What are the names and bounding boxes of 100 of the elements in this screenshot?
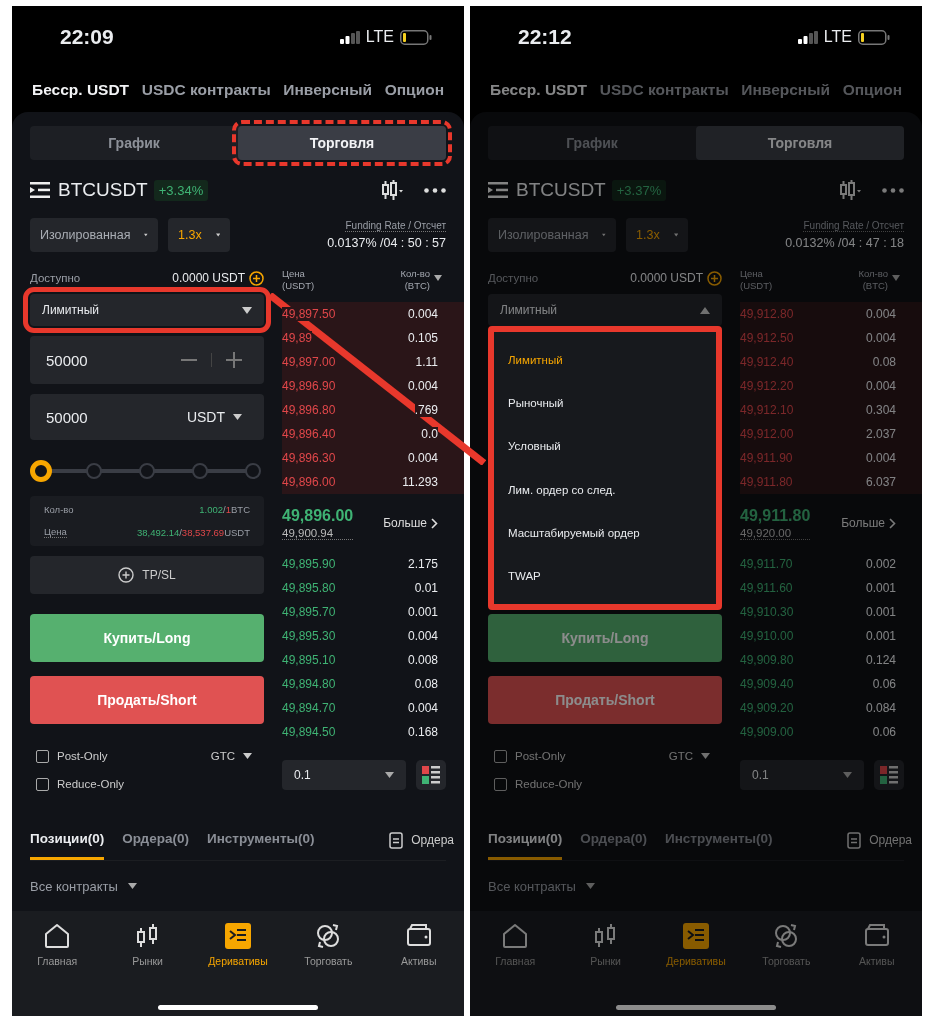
margin-mode-select[interactable]: Изолированная [488,218,616,252]
list-icon[interactable] [30,182,50,198]
more-link[interactable]: Больше [841,516,885,530]
positions-tab[interactable]: Ордера(0) [122,820,189,860]
bid-price[interactable]: 49,910.00 [740,629,794,643]
category-tab[interactable]: Опцион [842,81,902,99]
tpsl-button[interactable]: TP/SL [30,556,264,594]
price-input[interactable]: 50000 [46,351,88,369]
menu-item[interactable]: Условный [508,440,702,453]
bid-price[interactable]: 49,910.30 [740,605,794,619]
ask-price[interactable]: 49,897.50 [282,307,336,321]
ask-price[interactable]: 49,896.90 [282,379,336,393]
bid-price[interactable]: 49,909.40 [740,677,794,691]
bid-price[interactable]: 49,911.70 [740,557,793,571]
ask-price[interactable]: 49,896.30 [282,451,336,465]
slider-step[interactable] [86,463,102,479]
ask-price[interactable]: 49,896.80 [282,403,336,417]
more-link[interactable]: Больше [383,516,427,530]
category-tab[interactable]: Опцион [384,81,444,99]
category-tab[interactable]: Бесср. USDT [490,81,588,99]
ask-price[interactable]: 49,89 [282,331,313,345]
sell-button[interactable]: Продать/Short [488,676,722,724]
document-icon[interactable] [389,831,404,849]
bid-price[interactable]: 49,895.70 [282,605,336,619]
slider-step[interactable] [139,463,155,479]
contracts-filter[interactable]: Все контракты [30,878,137,894]
positions-tab[interactable]: Позиции(0) [30,820,105,860]
candlestick-icon[interactable] [382,180,404,200]
depth-select[interactable]: 0.1 [740,760,864,790]
category-tab[interactable]: Бесср. USDT [32,81,130,99]
book-layout-icon[interactable] [416,760,446,790]
buy-button[interactable]: Купить/Long [30,614,264,662]
bid-price[interactable]: 49,894.80 [282,677,336,691]
amount-input[interactable]: 50000 [46,408,88,426]
bid-price[interactable]: 49,909.00 [740,725,794,739]
nav-item[interactable]: Главная [17,923,98,967]
bid-price[interactable]: 49,911.60 [740,581,793,595]
quantity-column-header[interactable]: Кол-во (BTC) [390,268,430,293]
menu-item[interactable]: Масштабируемый ордер [508,526,702,539]
nav-item[interactable]: Активы [378,923,459,967]
leverage-select[interactable]: 1.3x [168,218,230,252]
slider-step[interactable] [245,463,261,479]
plus-icon[interactable] [226,352,242,368]
bid-price[interactable]: 49,909.20 [740,701,794,715]
symbol-name[interactable]: BTCUSDT [516,179,606,201]
view-tab[interactable]: График [30,126,238,160]
nav-item[interactable]: Рынки [107,923,188,967]
ask-price[interactable]: 49,896.00 [282,475,336,489]
time-in-force-select[interactable]: GTC [662,749,716,763]
category-tab[interactable]: USDC контракты [599,81,729,99]
bid-price[interactable]: 49,895.30 [282,629,336,643]
more-icon[interactable] [424,187,446,193]
slider-thumb[interactable] [30,460,52,482]
menu-item[interactable]: Лимитный [508,353,702,366]
checkbox[interactable] [494,749,507,763]
orders-link[interactable]: Ордера [411,820,454,860]
checkbox[interactable] [494,777,507,791]
ask-price[interactable]: 49,897.00 [282,355,336,369]
sell-button[interactable]: Продать/Short [30,676,264,724]
margin-mode-select[interactable]: Изолированная [30,218,158,252]
chevron-icon[interactable] [431,517,438,529]
time-in-force-select[interactable]: GTC [204,749,258,763]
bid-price[interactable]: 49,894.70 [282,701,336,715]
positions-tab[interactable]: Инструменты(0) [206,820,315,860]
nav-item[interactable]: Активы [836,923,917,967]
add-funds-icon[interactable] [249,270,264,286]
ask-price[interactable]: 49,896.40 [282,427,336,441]
checkbox[interactable] [36,777,49,791]
positions-tab[interactable]: Инструменты(0) [664,820,773,860]
category-tab[interactable]: Инверсный [741,81,830,99]
contracts-filter[interactable]: Все контракты [488,878,595,894]
nav-item[interactable]: Торговать [746,923,827,967]
caret-icon[interactable] [434,275,442,281]
checkbox[interactable] [36,749,49,763]
menu-item[interactable]: Рыночный [508,397,702,409]
category-tab[interactable]: USDC контракты [141,81,271,99]
orders-link[interactable]: Ордера [869,820,912,860]
positions-tab[interactable]: Ордера(0) [580,820,647,860]
bid-price[interactable]: 49,895.90 [282,557,336,571]
positions-tab[interactable]: Позиции(0) [488,820,563,860]
nav-item[interactable]: Рынки [565,923,646,967]
nav-item[interactable]: Деривативы [197,923,278,967]
view-tab[interactable]: Торговля [696,126,904,160]
bid-price[interactable]: 49,895.80 [282,581,336,595]
bid-price[interactable]: 49,895.10 [282,653,336,667]
order-type-select[interactable]: Лимитный [488,294,722,326]
quantity-column-header[interactable]: Кол-во (BTC) [848,268,888,293]
unit-select[interactable]: USDT [186,409,242,425]
symbol-name[interactable]: BTCUSDT [58,179,148,201]
leverage-select[interactable]: 1.3x [626,218,688,252]
bid-price[interactable]: 49,894.50 [282,725,336,739]
nav-item[interactable]: Торговать [288,923,369,967]
category-tab[interactable]: Инверсный [283,81,372,99]
bid-price[interactable]: 49,909.80 [740,653,794,667]
slider-step[interactable] [192,463,208,479]
nav-item[interactable]: Главная [475,923,556,967]
nav-item[interactable]: Деривативы [655,923,736,967]
depth-select[interactable]: 0.1 [282,760,406,790]
menu-item[interactable]: TWAP [508,570,702,583]
menu-item[interactable]: Лим. ордер со след. [508,483,702,496]
